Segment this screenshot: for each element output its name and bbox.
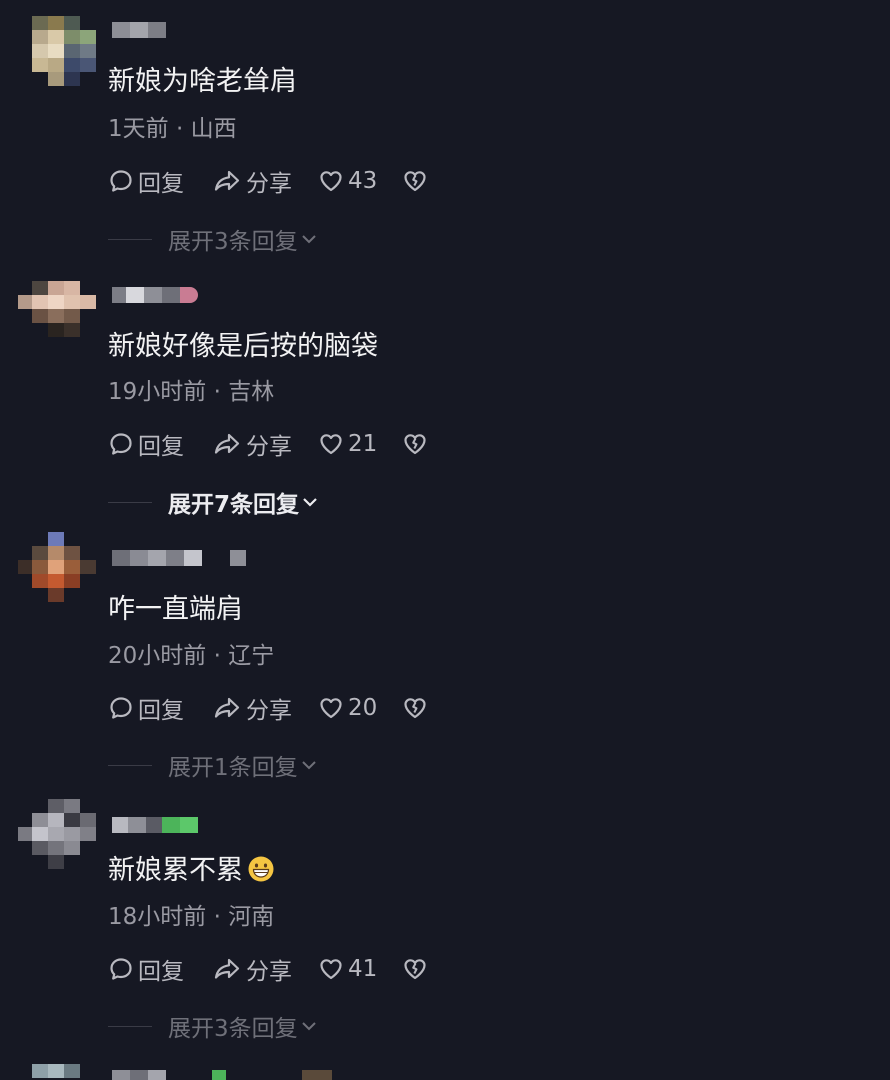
comment-actions: 回复 分享 21	[108, 427, 448, 461]
heart-outline-icon	[320, 698, 342, 719]
expand-divider	[108, 238, 152, 240]
comment-actions: 回复 分享 41	[108, 952, 448, 986]
like-count: 43	[348, 168, 378, 194]
reply-button[interactable]: 回复	[108, 164, 184, 198]
expand-replies-label: 展开1条回复	[168, 755, 298, 781]
broken-heart-icon	[404, 698, 426, 719]
avatar[interactable]	[18, 281, 98, 351]
chevron-down-icon	[303, 498, 317, 507]
username-blurred[interactable]	[112, 287, 202, 303]
broken-heart-icon	[404, 171, 426, 192]
comment-text: 新娘累不累	[108, 853, 275, 889]
like-count: 20	[348, 695, 378, 721]
avatar[interactable]	[18, 16, 98, 86]
comment-actions: 回复 分享 43	[108, 164, 448, 198]
reply-label: 回复	[138, 171, 184, 197]
expand-replies-label: 展开3条回复	[168, 229, 298, 255]
heart-outline-icon	[320, 959, 342, 980]
avatar[interactable]	[18, 532, 98, 602]
share-arrow-icon	[214, 170, 240, 191]
share-label: 分享	[246, 434, 292, 460]
chevron-down-icon	[301, 761, 316, 770]
like-button[interactable]: 21	[318, 427, 377, 461]
grinning-face-emoji	[248, 856, 274, 882]
share-button[interactable]: 分享	[212, 952, 292, 986]
reply-button[interactable]: 回复	[108, 952, 184, 986]
expand-replies-button[interactable]: 展开3条回复	[108, 224, 408, 255]
reply-label: 回复	[138, 959, 184, 985]
comment-item: 新娘好像是后按的脑袋 19小时前 · 吉林 回复 分享 21 展开7条回复	[0, 265, 890, 530]
chevron-down-icon	[301, 1022, 316, 1031]
expand-replies-label: 展开3条回复	[168, 1016, 298, 1042]
username-blurred[interactable]	[112, 817, 202, 833]
heart-outline-icon	[320, 171, 342, 192]
share-button[interactable]: 分享	[212, 427, 292, 461]
dislike-button[interactable]	[402, 952, 428, 986]
share-label: 分享	[246, 959, 292, 985]
avatar[interactable]	[18, 1064, 98, 1080]
reply-button[interactable]: 回复	[108, 691, 184, 725]
dislike-button[interactable]	[402, 427, 428, 461]
like-count: 41	[348, 956, 378, 982]
share-label: 分享	[246, 698, 292, 724]
share-label: 分享	[246, 171, 292, 197]
dislike-button[interactable]	[402, 691, 428, 725]
comment-time-location: 19小时前 · 吉林	[108, 379, 275, 405]
username-blurred[interactable]	[112, 550, 252, 566]
share-arrow-icon	[214, 958, 240, 979]
share-button[interactable]: 分享	[212, 691, 292, 725]
comment-item: 新娘为啥老耸肩 1天前 · 山西 回复 分享 43 展开3条回复	[0, 0, 890, 265]
comment-item: 新娘累不累 18小时前 · 河南 回复 分享 41 展开3条回复	[0, 795, 890, 1060]
expand-replies-button[interactable]: 展开7条回复	[108, 487, 408, 518]
expand-replies-button[interactable]: 展开1条回复	[108, 750, 408, 781]
share-button[interactable]: 分享	[212, 164, 292, 198]
share-arrow-icon	[214, 433, 240, 454]
chevron-down-icon	[301, 235, 316, 244]
broken-heart-icon	[404, 959, 426, 980]
username-blurred[interactable]	[112, 22, 172, 38]
expand-replies-label: 展开7条回复	[168, 492, 300, 518]
comment-text: 咋一直端肩	[108, 594, 243, 625]
broken-heart-icon	[404, 434, 426, 455]
like-button[interactable]: 43	[318, 164, 377, 198]
comment-actions: 回复 分享 20	[108, 691, 448, 725]
like-button[interactable]: 41	[318, 952, 377, 986]
heart-outline-icon	[320, 434, 342, 455]
reply-button[interactable]: 回复	[108, 427, 184, 461]
expand-divider	[108, 1025, 152, 1027]
comment-bubble-icon	[110, 697, 132, 719]
expand-divider	[108, 764, 152, 766]
comment-bubble-icon	[110, 433, 132, 455]
expand-replies-button[interactable]: 展开3条回复	[108, 1011, 408, 1042]
reply-label: 回复	[138, 434, 184, 460]
comment-bubble-icon	[110, 170, 132, 192]
comment-text: 新娘好像是后按的脑袋	[108, 331, 378, 362]
dislike-button[interactable]	[402, 164, 428, 198]
comment-bubble-icon	[110, 958, 132, 980]
comment-time-location: 18小时前 · 河南	[108, 904, 275, 930]
avatar[interactable]	[18, 799, 98, 869]
reply-label: 回复	[138, 698, 184, 724]
share-arrow-icon	[214, 697, 240, 718]
like-count: 21	[348, 431, 378, 457]
comment-time-location: 1天前 · 山西	[108, 116, 237, 142]
comment-time-location: 20小时前 · 辽宁	[108, 643, 275, 669]
like-button[interactable]: 20	[318, 691, 377, 725]
expand-divider	[108, 501, 152, 503]
comment-item: 咋一直端肩 20小时前 · 辽宁 回复 分享 20 展开1条回复	[0, 530, 890, 795]
comment-item-partial	[0, 1060, 890, 1080]
comment-text: 新娘为啥老耸肩	[108, 66, 297, 97]
username-blurred[interactable]	[112, 1070, 352, 1080]
